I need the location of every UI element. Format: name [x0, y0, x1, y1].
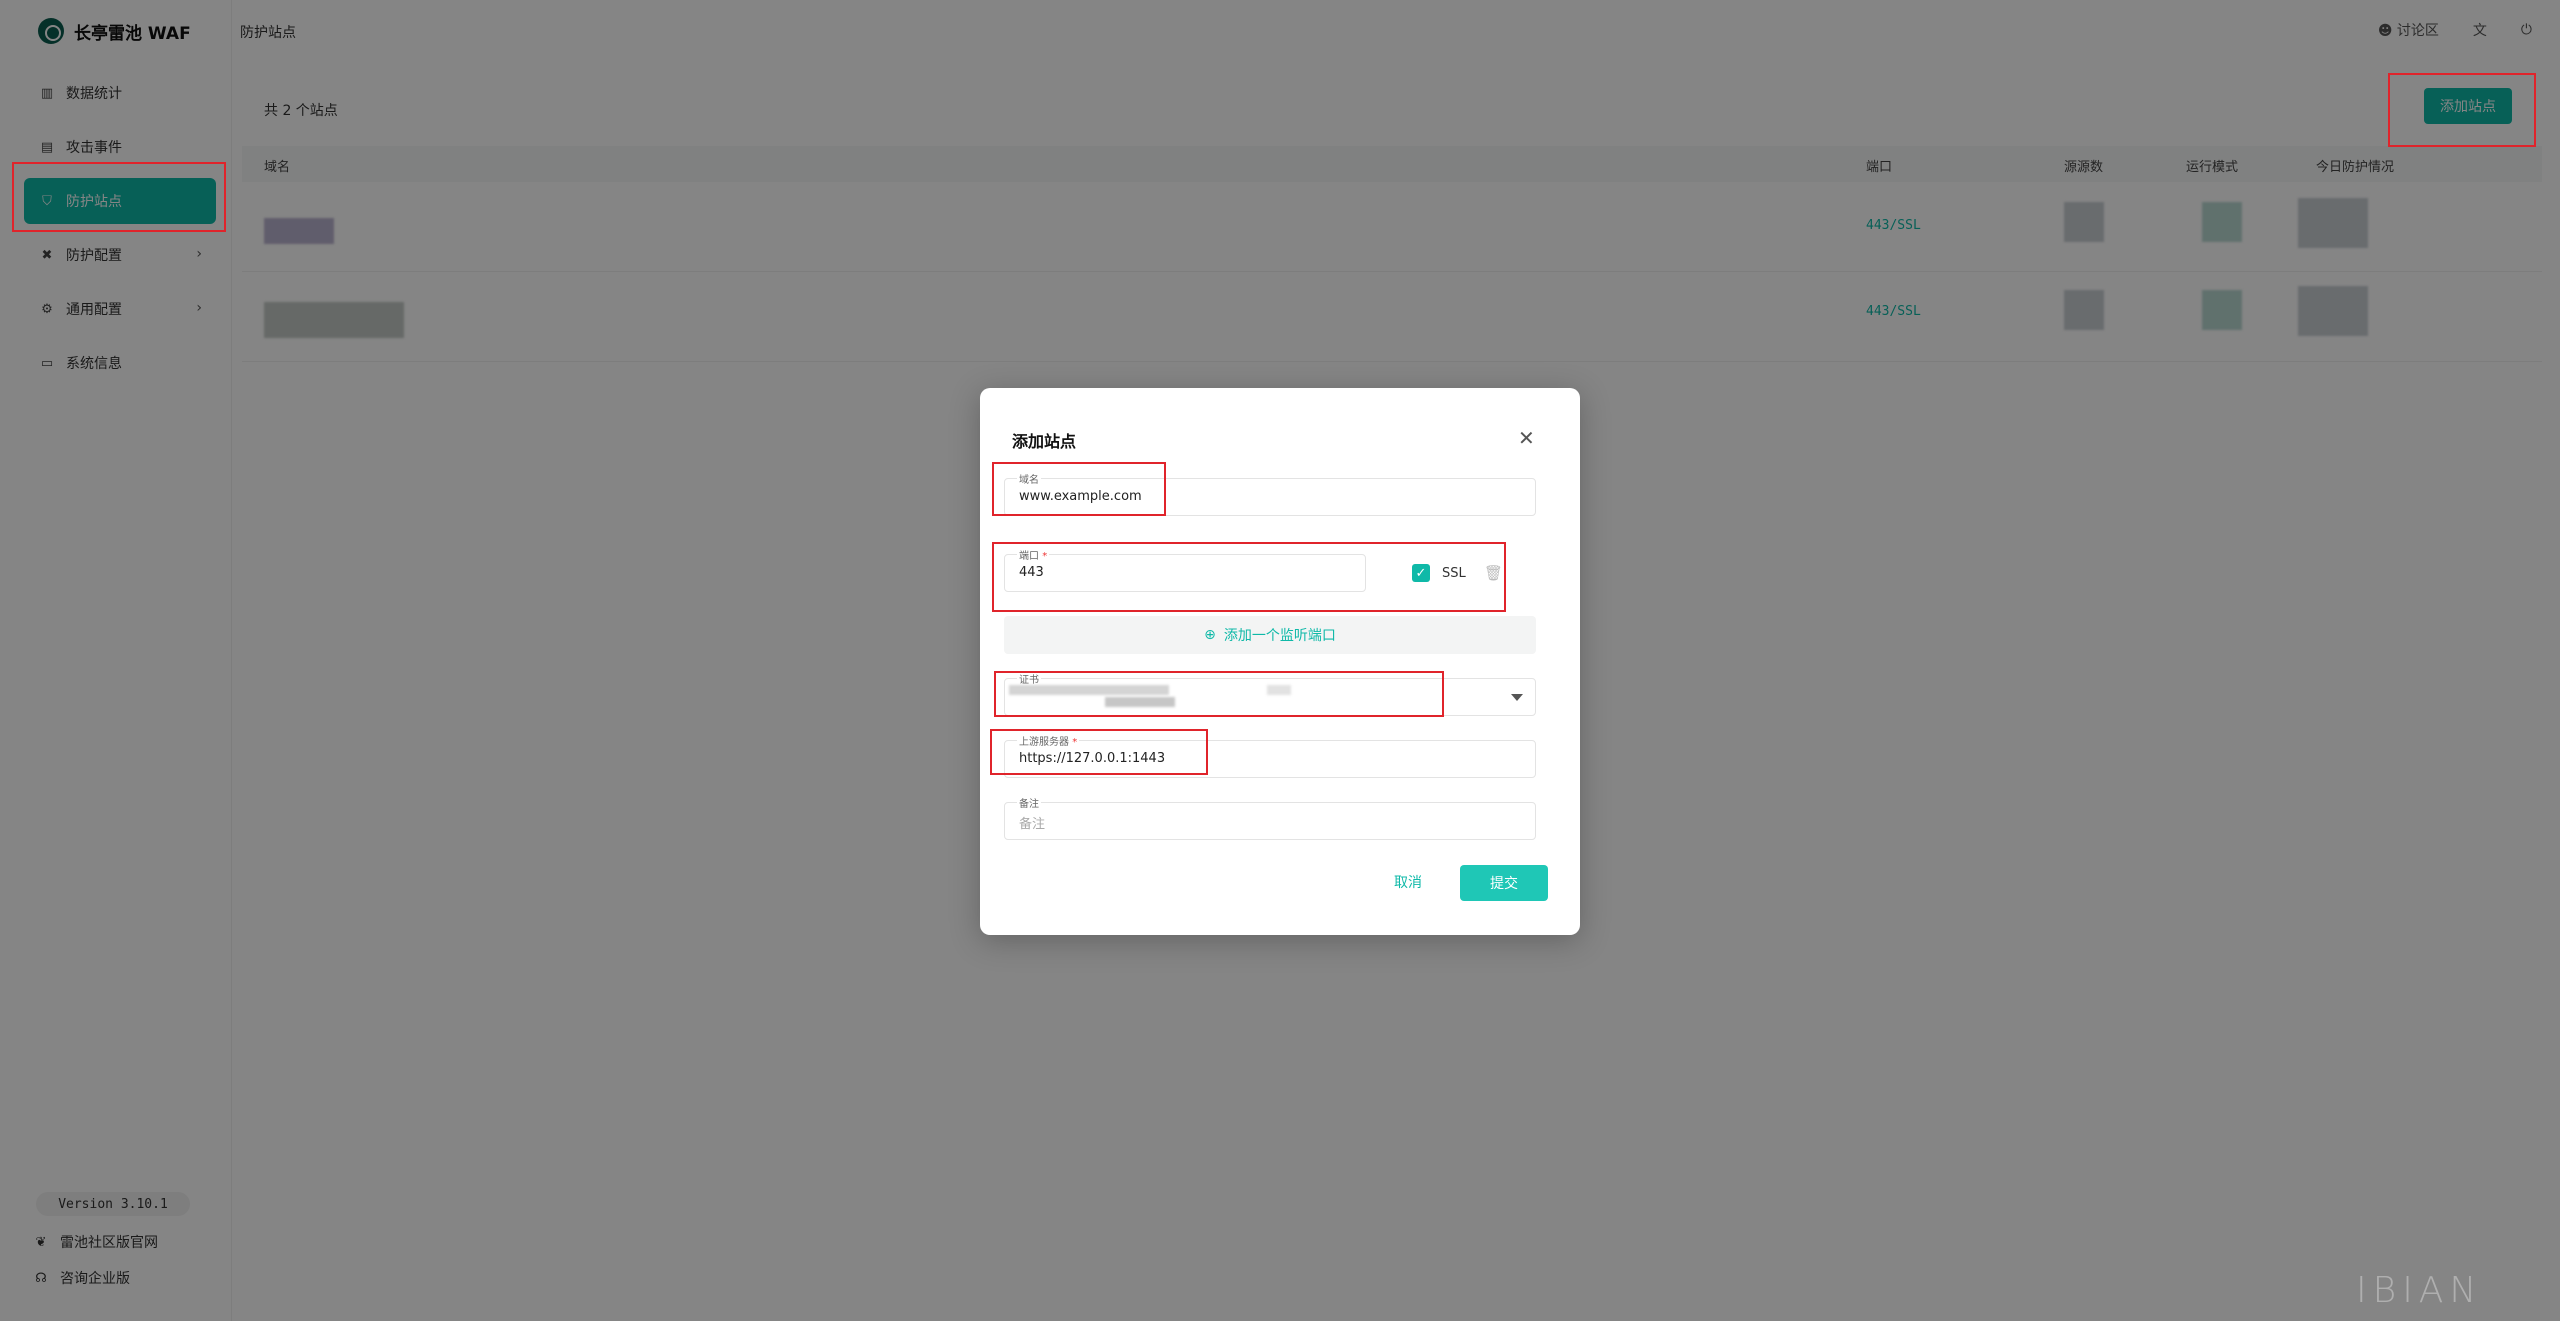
add-listen-port-label: 添加一个监听端口: [1223, 628, 1336, 644]
add-listen-port-button[interactable]: ⊕ 添加一个监听端口: [1004, 616, 1536, 654]
highlight-add-site: [2388, 73, 2536, 147]
add-site-dialog: 添加站点 ✕ 域名 www.example.com 端口 * 443 ✓ SSL…: [980, 388, 1580, 935]
caret-down-icon: [1511, 694, 1523, 701]
plus-circle-icon: ⊕: [1204, 627, 1216, 643]
watermark: IBIAN: [2356, 1270, 2483, 1311]
highlight-upstream: [990, 729, 1208, 775]
cancel-button[interactable]: 取消: [1394, 872, 1422, 892]
close-icon[interactable]: ✕: [1518, 426, 1535, 450]
highlight-domain: [992, 462, 1166, 516]
highlight-port: [992, 542, 1506, 612]
remark-label: 备注: [1017, 795, 1041, 810]
remark-field[interactable]: 备注 备注: [1004, 795, 1536, 840]
highlight-cert: [994, 671, 1444, 717]
highlight-sidebar-sites: [12, 162, 226, 232]
remark-placeholder: 备注: [1019, 817, 1046, 832]
submit-button[interactable]: 提交: [1460, 865, 1548, 901]
dialog-title: 添加站点: [1012, 432, 1077, 451]
